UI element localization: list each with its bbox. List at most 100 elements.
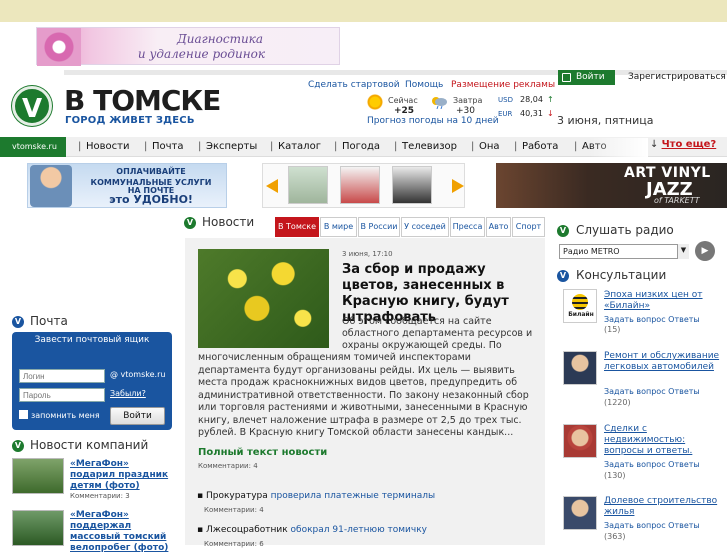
carousel-thumb[interactable] xyxy=(288,166,328,204)
news-section-title: Новости xyxy=(202,215,255,229)
ask-question-link[interactable]: Задать вопрос xyxy=(604,387,666,396)
weather-tomorrow-temp: +30 xyxy=(456,106,475,116)
banner-utilities-text: ОПЛАЧИВАЙТЕ КОММУНАЛЬНЫЕ УСЛУГИ xyxy=(78,166,224,188)
banner-moles[interactable]: Диагностика и удаление родинок xyxy=(36,27,340,66)
mail-password-input[interactable] xyxy=(19,388,105,402)
nav-tv[interactable]: Телевизор xyxy=(402,141,457,152)
consult-section-title: Консультации xyxy=(576,268,667,282)
news-image[interactable] xyxy=(198,249,329,348)
nav-news[interactable]: Новости xyxy=(86,141,129,152)
nav-more[interactable]: ↓ Что еще? xyxy=(650,139,716,150)
forecast-link[interactable]: Прогноз погоды на 10 дней xyxy=(367,116,499,126)
eur-arrow-icon: ↓ xyxy=(547,109,554,118)
play-icon[interactable]: ▶ xyxy=(695,241,715,261)
section-v-icon: V xyxy=(184,217,196,229)
nav-separator: | xyxy=(394,141,398,152)
section-v-icon: V xyxy=(557,270,569,282)
ask-question-link[interactable]: Задать вопрос xyxy=(604,460,666,469)
weather-tomorrow-label: Завтра xyxy=(453,96,483,105)
nav-mail[interactable]: Почта xyxy=(152,141,184,152)
tab-world[interactable]: В мире xyxy=(320,217,357,237)
create-mailbox-link[interactable]: Завести почтовый ящик xyxy=(12,334,172,346)
answers-link[interactable]: Ответы xyxy=(668,387,700,396)
forgot-password-link[interactable]: Забыли? xyxy=(110,389,146,398)
consult-count: (363) xyxy=(604,532,626,541)
boy-image xyxy=(30,165,72,207)
company-news-image[interactable] xyxy=(12,458,64,494)
consult-title[interactable]: Сделки с недвижимостью: вопросы и ответы… xyxy=(604,424,722,457)
answers-link[interactable]: Ответы xyxy=(668,521,700,530)
full-news-link[interactable]: Полный текст новости xyxy=(198,447,327,458)
tab-auto[interactable]: Авто xyxy=(486,217,511,237)
company-news-link[interactable]: «МегаФон» подарил праздник детям (фото) xyxy=(70,459,172,492)
arrow-right-icon[interactable] xyxy=(452,179,464,193)
consultant-photo[interactable] xyxy=(563,351,597,385)
logo-title[interactable]: В ТОМСКЕ xyxy=(64,85,221,117)
chevron-down-icon[interactable]: ▼ xyxy=(677,244,689,259)
consult-links: Задать вопрос Ответы xyxy=(604,387,700,396)
section-v-icon: V xyxy=(12,316,24,328)
login-button[interactable]: Войти xyxy=(558,70,615,85)
ask-question-link[interactable]: Задать вопрос xyxy=(604,315,666,324)
nav-fade xyxy=(588,138,648,157)
mail-login-input[interactable] xyxy=(19,369,105,383)
banner-vinyl[interactable]: ART VINYL JAZZ of TARKETT xyxy=(496,163,727,208)
remember-checkbox[interactable] xyxy=(19,410,28,419)
nav-catalog[interactable]: Каталог xyxy=(278,141,321,152)
consultant-photo[interactable] xyxy=(563,496,597,530)
banner-vinyl-line3: of TARKETT xyxy=(654,196,700,205)
small-news-item: ▪ Лжесоцработник обокрал 91-летнюю томич… xyxy=(197,525,427,535)
banner-moles-line1: Диагностика xyxy=(177,32,263,46)
section-v-icon: V xyxy=(557,225,569,237)
remember-label: запомнить меня xyxy=(31,411,100,420)
consult-title[interactable]: Ремонт и обслуживание легковых автомобил… xyxy=(604,351,722,373)
nav-jobs[interactable]: Работа xyxy=(522,141,558,152)
news-lead-top: Об этом сообщается на сайте областного д… xyxy=(342,316,533,351)
tab-neighbors[interactable]: У соседей xyxy=(401,217,449,237)
consultant-photo[interactable] xyxy=(563,424,597,458)
sun-icon xyxy=(367,94,383,110)
answers-link[interactable]: Ответы xyxy=(668,460,700,469)
tab-sport[interactable]: Спорт xyxy=(512,217,545,237)
usd-arrow-icon: ↑ xyxy=(547,95,554,104)
ask-question-link[interactable]: Задать вопрос xyxy=(604,521,666,530)
bullet-icon: ▪ xyxy=(197,491,206,501)
tab-tomsk[interactable]: В Томске xyxy=(275,217,319,237)
company-news-image[interactable] xyxy=(12,510,64,546)
eur-label[interactable]: EUR xyxy=(498,110,512,118)
beeline-logo[interactable]: Билайн xyxy=(563,289,597,323)
nav-she[interactable]: Она xyxy=(479,141,500,152)
radio-station-select[interactable]: Радио METRO xyxy=(559,244,689,259)
news-lead-bottom: многочисленным обращениям томичей инспек… xyxy=(198,352,529,438)
company-news-link[interactable]: «МегаФон» поддержал массовый томский вел… xyxy=(70,510,172,554)
usd-value: 28,04 xyxy=(520,95,543,104)
banner-utilities[interactable]: ОПЛАЧИВАЙТЕ КОММУНАЛЬНЫЕ УСЛУГИ НА ПОЧТЕ … xyxy=(27,163,227,208)
register-link[interactable]: Зарегистрироваться xyxy=(628,72,726,82)
tab-russia[interactable]: В России xyxy=(358,217,400,237)
nav-separator: | xyxy=(334,141,338,152)
door-icon xyxy=(562,73,571,82)
small-news-link[interactable]: проверила платежные терминалы xyxy=(271,491,435,501)
weather-now-label: Сейчас xyxy=(388,96,418,105)
consult-title[interactable]: Долевое строительство жилья xyxy=(604,496,722,518)
answers-link[interactable]: Ответы xyxy=(668,315,700,324)
nav-site-link[interactable]: vtomske.ru xyxy=(0,137,66,157)
carousel-thumb[interactable] xyxy=(340,166,380,204)
current-date: 3 июня, пятница xyxy=(557,114,654,127)
nav-experts[interactable]: Эксперты xyxy=(206,141,257,152)
small-news-link[interactable]: обокрал 91-летнюю томичку xyxy=(291,525,427,535)
company-news-comments: Комментарии: 3 xyxy=(70,492,130,500)
ads-link[interactable]: Размещение рекламы xyxy=(451,80,555,90)
carousel-thumb[interactable] xyxy=(392,166,432,204)
logo-icon[interactable]: V xyxy=(12,86,52,126)
make-start-link[interactable]: Сделать стартовой xyxy=(308,80,400,90)
arrow-left-icon[interactable] xyxy=(266,179,278,193)
consult-links: Задать вопрос Ответы xyxy=(604,315,700,324)
weather-now-temp: +25 xyxy=(394,106,415,116)
nav-weather[interactable]: Погода xyxy=(342,141,380,152)
mail-login-button[interactable]: Войти xyxy=(110,407,165,425)
usd-label[interactable]: USD xyxy=(498,96,513,104)
consult-title[interactable]: Эпоха низких цен от «Билайн» xyxy=(604,290,722,312)
tab-press[interactable]: Пресса xyxy=(450,217,485,237)
help-link[interactable]: Помощь xyxy=(405,80,443,90)
